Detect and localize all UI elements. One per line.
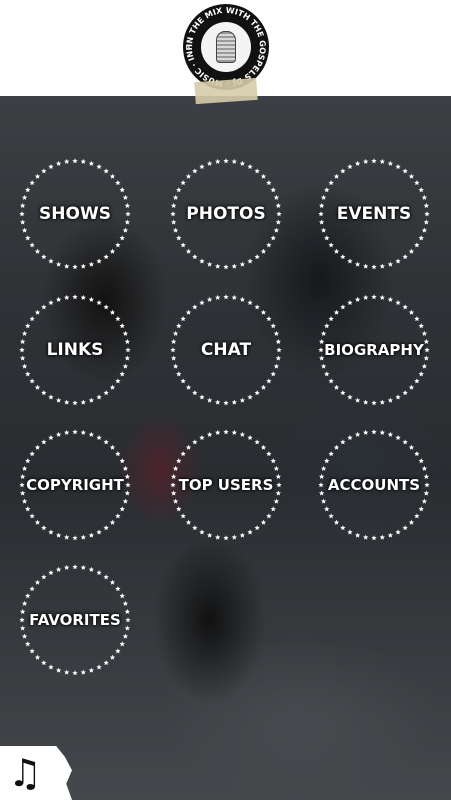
menu-button-photos[interactable]: PHOTOS	[170, 158, 282, 270]
menu-label: EVENTS	[336, 204, 412, 224]
menu-label: COPYRIGHT	[26, 476, 124, 494]
menu-button-events[interactable]: EVENTS	[318, 158, 430, 270]
menu-label: LINKS	[46, 340, 104, 360]
menu-label: PHOTOS	[186, 204, 266, 224]
menu-label: CHAT	[200, 340, 252, 360]
menu-button-top-users[interactable]: TOP USERS	[170, 429, 282, 541]
menu-button-chat[interactable]: CHAT	[170, 294, 282, 406]
menu-button-shows[interactable]: SHOWS	[19, 158, 131, 270]
music-player-button[interactable]: ♫	[0, 746, 72, 800]
menu-button-links[interactable]: LINKS	[19, 294, 131, 406]
menu-button-biography[interactable]: BIOGRAPHY	[318, 294, 430, 406]
menu-label: ACCOUNTS	[327, 476, 421, 494]
menu-label: TOP USERS	[178, 476, 274, 494]
music-note-icon: ♫	[8, 751, 43, 795]
menu-button-favorites[interactable]: FAVORITES	[19, 564, 131, 676]
menu-button-accounts[interactable]: ACCOUNTS	[318, 429, 430, 541]
menu-button-copyright[interactable]: COPYRIGHT	[19, 429, 131, 541]
menu-label: FAVORITES	[29, 611, 121, 629]
menu-label: BIOGRAPHY	[324, 341, 424, 359]
menu-grid: SHOWS PHOTOS EVENTS LINKS CHAT BIOGRAPHY…	[0, 0, 451, 800]
menu-label: SHOWS	[39, 204, 111, 224]
